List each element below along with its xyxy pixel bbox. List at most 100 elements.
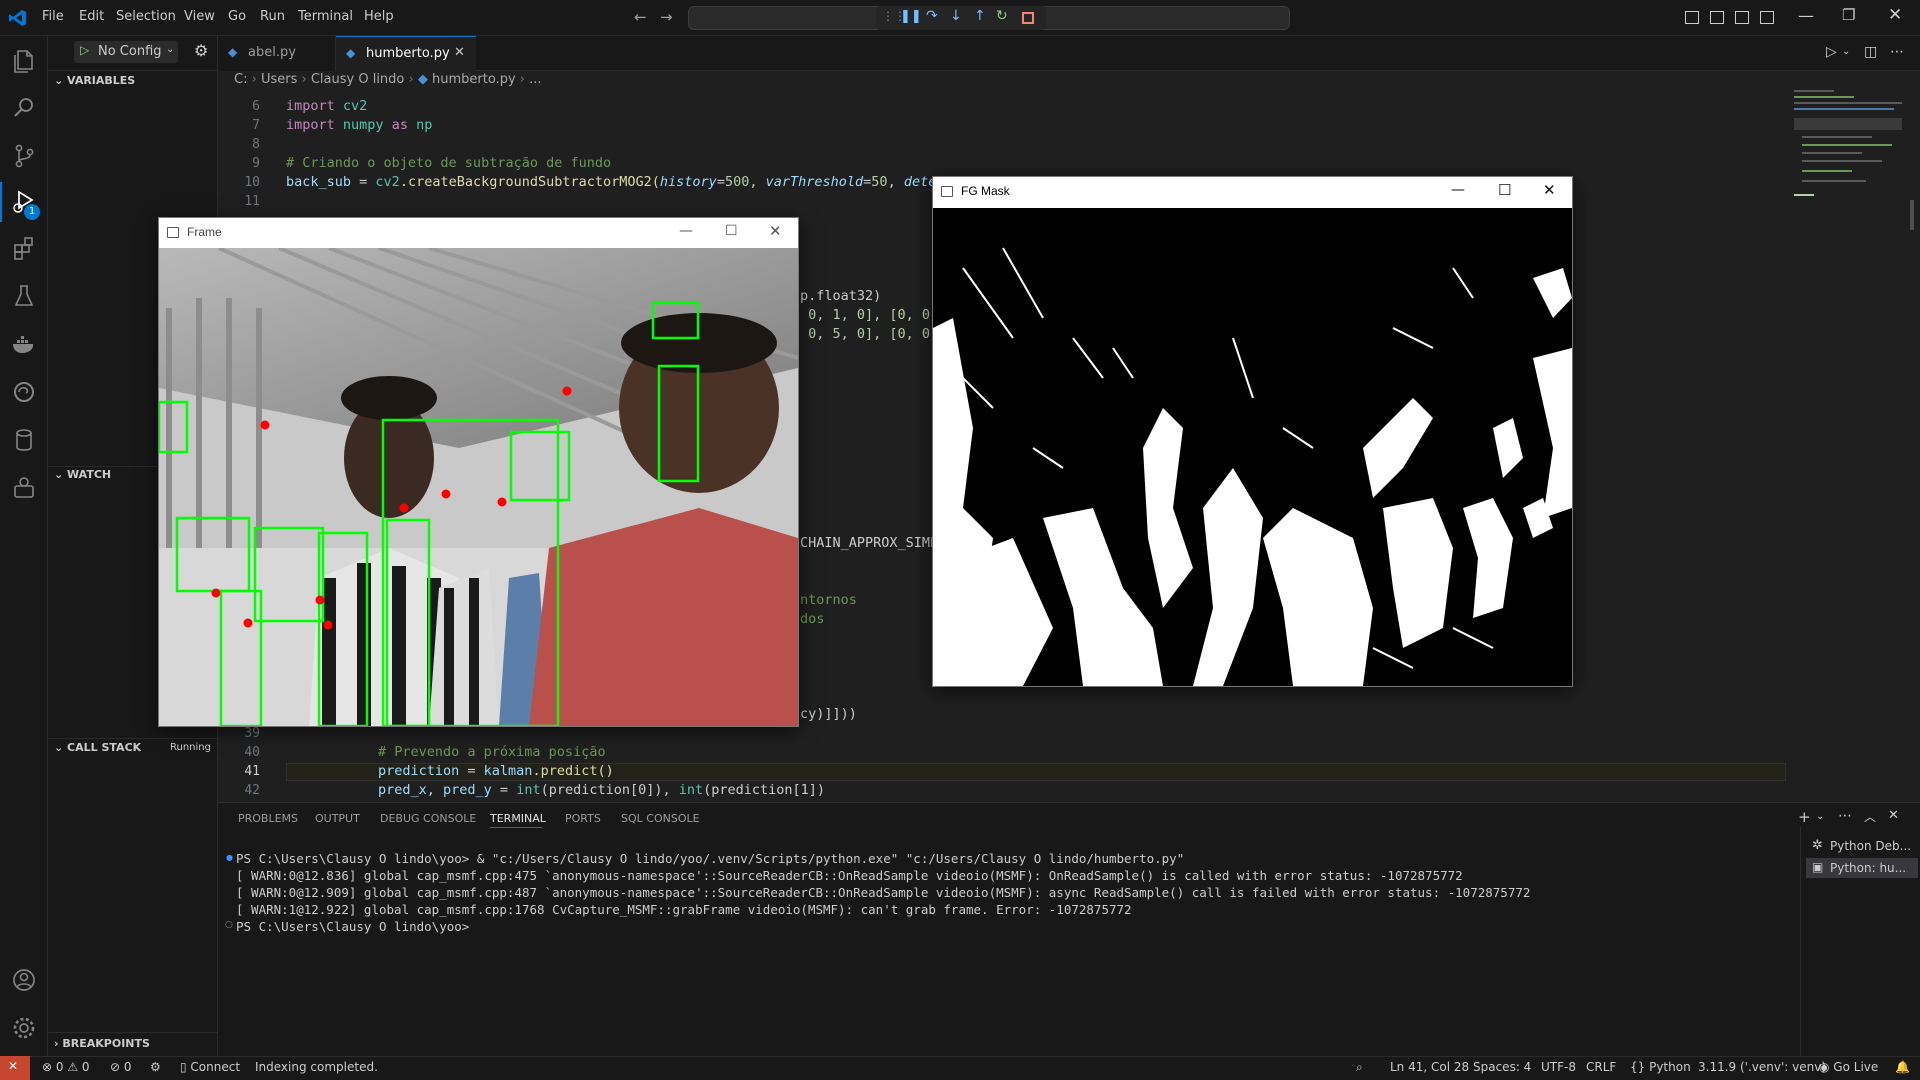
language-mode[interactable]: {} Python: [1630, 1060, 1691, 1074]
close-icon[interactable]: ✕: [1543, 181, 1556, 199]
toggle-sidebar-icon[interactable]: [1685, 11, 1699, 24]
menu-go[interactable]: Go: [228, 9, 246, 24]
go-live-button[interactable]: ◉ Go Live: [1819, 1060, 1878, 1074]
minimize-icon[interactable]: —: [1451, 182, 1465, 198]
run-file-icon[interactable]: ▷: [1826, 44, 1837, 60]
more-actions-icon[interactable]: ⋯: [1838, 808, 1852, 824]
testing-flask-icon[interactable]: [10, 282, 38, 310]
restart-icon[interactable]: ↻: [996, 8, 1008, 24]
code-fragment: 0, 5, 0], [0, 0,: [800, 326, 939, 342]
chevron-down-icon[interactable]: ⌄: [1816, 811, 1824, 822]
debug-status-icon[interactable]: ⚙: [150, 1060, 161, 1074]
problems-indicator[interactable]: ⊗ 0 ⚠ 0: [42, 1060, 90, 1074]
panel-tab-problems[interactable]: PROBLEMS: [238, 812, 298, 825]
terminal-prompt[interactable]: PS C:\Users\Clausy O lindo\yoo>: [236, 919, 469, 934]
minimap[interactable]: [1792, 90, 1902, 210]
editor-scrollbar[interactable]: [1910, 200, 1914, 230]
end-of-line[interactable]: CRLF: [1586, 1060, 1616, 1074]
zoom-icon[interactable]: ⌕: [1356, 1060, 1363, 1075]
more-actions-icon[interactable]: ⋯: [1890, 44, 1904, 60]
tab-abel[interactable]: ◆ abel.py: [218, 36, 336, 71]
account-icon[interactable]: [10, 966, 38, 994]
variables-label: VARIABLES: [67, 74, 136, 87]
customize-layout-icon[interactable]: [1760, 11, 1774, 24]
code-line-10: back_sub = cv2.createBackgroundSubtracto…: [286, 174, 969, 190]
debug-settings-icon[interactable]: ⚙: [194, 41, 208, 60]
breadcrumb-drive[interactable]: C:: [234, 72, 247, 87]
panel-tab-sql-console[interactable]: SQL CONSOLE: [621, 812, 700, 825]
breakpoints-section-header[interactable]: › BREAKPOINTS: [54, 1037, 150, 1050]
close-icon[interactable]: ✕: [1888, 5, 1902, 25]
source-control-icon[interactable]: [10, 142, 38, 170]
variables-section-header[interactable]: ⌄ VARIABLES: [54, 74, 135, 87]
forward-arrow-icon[interactable]: →: [660, 8, 673, 26]
split-editor-icon[interactable]: ◫: [1864, 44, 1877, 60]
menu-file[interactable]: File: [42, 9, 64, 24]
pause-icon[interactable]: ❚❚: [900, 9, 922, 24]
breadcrumb-file[interactable]: humberto.py: [432, 72, 516, 87]
maximize-icon[interactable]: ☐: [725, 223, 738, 239]
step-over-icon[interactable]: ↷: [926, 8, 938, 24]
menu-terminal[interactable]: Terminal: [298, 9, 353, 24]
breadcrumb-users[interactable]: Users: [261, 72, 297, 87]
menu-selection[interactable]: Selection: [116, 9, 176, 24]
python-file-icon: ◆: [346, 46, 356, 60]
fg-mask-window[interactable]: FG Mask — ☐ ✕: [932, 176, 1573, 687]
restore-icon[interactable]: ❐: [1842, 6, 1855, 24]
remote-indicator[interactable]: ✕: [0, 1056, 30, 1080]
edge-devtools-icon[interactable]: [10, 378, 38, 406]
line-number: 11: [244, 194, 260, 209]
notifications-bell-icon[interactable]: 🔔: [1895, 1060, 1910, 1074]
maximize-icon[interactable]: ☐: [1498, 181, 1511, 199]
breadcrumb-user[interactable]: Clausy O lindo: [311, 72, 405, 87]
breadcrumb-more[interactable]: ...: [529, 72, 541, 87]
minimize-icon[interactable]: —: [679, 223, 693, 239]
toggle-secondary-sidebar-icon[interactable]: [1735, 11, 1749, 24]
call-stack-section-header[interactable]: ⌄ CALL STACK: [54, 741, 141, 754]
search-icon[interactable]: [10, 94, 38, 122]
cursor-position[interactable]: Ln 41, Col 28: [1390, 1060, 1469, 1074]
terminal-session-debug[interactable]: ✲ Python Deb...: [1806, 836, 1916, 856]
step-into-icon[interactable]: ↓: [950, 8, 962, 24]
close-icon[interactable]: ✕: [769, 222, 782, 240]
panel-tab-output[interactable]: OUTPUT: [315, 812, 360, 825]
fg-mask-window-titlebar[interactable]: FG Mask — ☐ ✕: [933, 177, 1572, 207]
encoding[interactable]: UTF-8: [1541, 1060, 1576, 1074]
indentation[interactable]: Spaces: 4: [1473, 1060, 1531, 1074]
extensions-icon[interactable]: [10, 234, 38, 262]
menu-help[interactable]: Help: [364, 9, 394, 24]
settings-gear-icon[interactable]: [10, 1014, 38, 1042]
minimize-icon[interactable]: —: [1798, 6, 1814, 25]
step-out-icon[interactable]: ↑: [974, 8, 986, 24]
panel-tab-debug-console[interactable]: DEBUG CONSOLE: [380, 812, 476, 825]
remote-explorer-icon[interactable]: [10, 474, 38, 502]
start-debug-icon[interactable]: ▷: [80, 43, 89, 57]
close-tab-icon[interactable]: ✕: [454, 45, 465, 60]
ports-indicator[interactable]: ⊘ 0: [110, 1060, 132, 1074]
explorer-icon[interactable]: [10, 46, 38, 74]
panel-tab-ports[interactable]: PORTS: [565, 812, 601, 825]
watch-section-header[interactable]: ⌄ WATCH: [54, 468, 111, 481]
close-panel-icon[interactable]: ✕: [1888, 808, 1899, 823]
panel-tab-terminal[interactable]: TERMINAL: [490, 812, 546, 825]
terminal-session-python[interactable]: ▣ Python: hu...: [1806, 858, 1918, 878]
database-icon[interactable]: [10, 426, 38, 454]
docker-icon[interactable]: [10, 330, 38, 358]
connect-button[interactable]: ▯ Connect: [180, 1060, 240, 1074]
menu-view[interactable]: View: [184, 9, 215, 24]
debug-config-dropdown[interactable]: ▷ No Config ⌄: [74, 41, 178, 63]
menu-run[interactable]: Run: [260, 9, 285, 24]
divider: [48, 70, 218, 71]
chevron-down-icon[interactable]: ⌄: [1842, 46, 1850, 57]
frame-window[interactable]: Frame — ☐ ✕: [158, 217, 799, 727]
new-terminal-icon[interactable]: +: [1798, 808, 1811, 826]
menu-edit[interactable]: Edit: [79, 9, 104, 24]
tab-humberto[interactable]: ◆ humberto.py ✕: [336, 36, 476, 71]
frame-window-titlebar[interactable]: Frame — ☐ ✕: [159, 218, 798, 248]
chevron-down-icon[interactable]: ⌄: [166, 44, 174, 55]
maximize-panel-icon[interactable]: ︿: [1864, 808, 1876, 825]
back-arrow-icon[interactable]: ←: [634, 8, 647, 26]
stop-icon[interactable]: [1022, 12, 1034, 24]
python-interpreter[interactable]: 3.11.9 ('.venv': venv): [1698, 1060, 1826, 1074]
toggle-panel-icon[interactable]: [1710, 11, 1724, 24]
